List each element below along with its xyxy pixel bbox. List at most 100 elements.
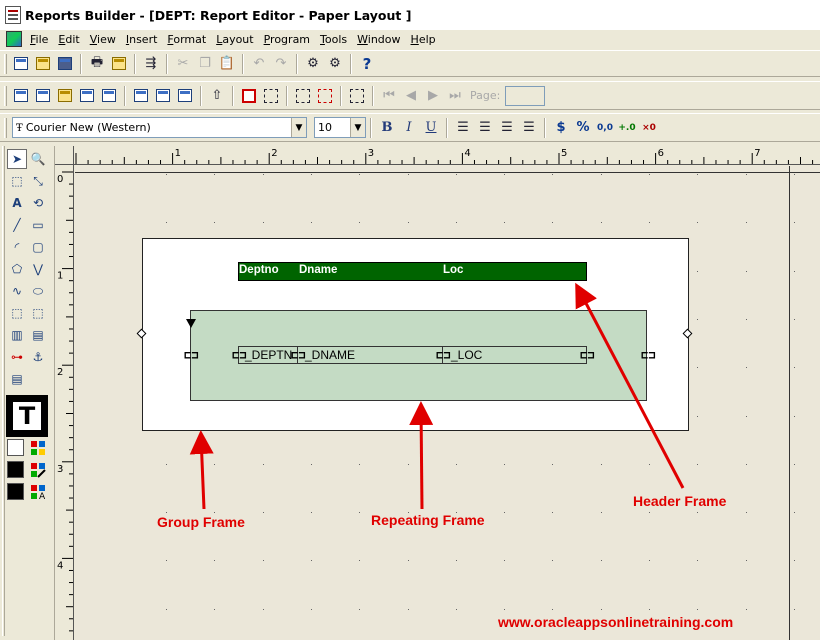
field-tool-button[interactable]: ▤ [28, 325, 48, 345]
toolbar-grip[interactable] [4, 53, 7, 74]
commas-button[interactable]: 0,0 [594, 117, 616, 139]
main-section-button[interactable] [152, 85, 174, 107]
button-tool-button[interactable]: ▤ [7, 369, 27, 389]
justify-button[interactable]: ☰ [518, 117, 540, 139]
page-number-input[interactable] [505, 85, 546, 106]
align-left-button[interactable]: ☰ [452, 117, 474, 139]
remove-decimal-button[interactable]: ×0 [638, 117, 660, 139]
polygon-tool-button[interactable]: ⬠ [7, 259, 27, 279]
font-size-select[interactable]: 10 ▼ [314, 117, 366, 138]
italic-button[interactable]: I [398, 117, 420, 139]
header-frame[interactable]: Deptno Dname Loc [238, 262, 587, 281]
menu-tools[interactable]: Tools [315, 33, 352, 46]
align-center-button[interactable]: ☰ [474, 117, 496, 139]
repeating-frame-tool-button[interactable]: ⬚ [28, 303, 48, 323]
body-button[interactable]: ⇧ [206, 85, 228, 107]
data-wizard-button[interactable]: ⚙ [302, 53, 324, 75]
rounded-rectangle-tool-button[interactable]: ▢ [28, 237, 48, 257]
frame-tool-button[interactable]: ⬚ [7, 303, 27, 323]
percent-button[interactable]: % [572, 117, 594, 139]
trailer-section-button[interactable] [174, 85, 196, 107]
chevron-down-icon[interactable]: ▼ [291, 118, 306, 137]
toolbar-grip[interactable] [4, 85, 7, 106]
menu-file[interactable]: File [25, 33, 53, 46]
menu-view[interactable]: View [85, 33, 121, 46]
fill-color-icon[interactable] [30, 440, 46, 456]
menu-window[interactable]: Window [352, 33, 405, 46]
rotate-tool-button[interactable]: ⟲ [28, 193, 48, 213]
anchor-tool-button[interactable]: ⚓ [28, 347, 48, 367]
cut-button[interactable]: ✂ [172, 53, 194, 75]
freehand-tool-button[interactable]: ∿ [7, 281, 27, 301]
field-dname[interactable]: _DNAME [305, 348, 355, 362]
web-source-button[interactable] [32, 85, 54, 107]
undo-button[interactable]: ↶ [248, 53, 270, 75]
reports-builder-app-icon[interactable] [5, 6, 21, 24]
rectangle-tool-button[interactable]: ▭ [28, 215, 48, 235]
text-color-icon[interactable]: A [30, 484, 46, 502]
parameter-form-button[interactable] [98, 85, 120, 107]
save-button[interactable] [54, 53, 76, 75]
line-color-swatch[interactable] [7, 461, 24, 478]
new-button[interactable] [10, 53, 32, 75]
menu-insert[interactable]: Insert [121, 33, 163, 46]
palette-grip[interactable] [2, 146, 5, 636]
ellipse-tool-button[interactable]: ⬭ [28, 281, 48, 301]
arc-tool-button[interactable]: ◜ [7, 237, 27, 257]
confine-button[interactable] [238, 85, 260, 107]
menu-edit[interactable]: Edit [53, 33, 84, 46]
mail-button[interactable] [108, 53, 130, 75]
paper-layout-button[interactable] [54, 85, 76, 107]
select-children-button[interactable] [314, 85, 336, 107]
next-page-button[interactable]: ▶ [422, 85, 444, 107]
line-tool-button[interactable]: ╱ [7, 215, 27, 235]
last-page-button[interactable]: ⏭ [444, 85, 466, 107]
frame-select-button[interactable] [346, 85, 368, 107]
header-label-loc[interactable]: Loc [443, 264, 463, 276]
header-label-deptno[interactable]: Deptno [239, 264, 279, 276]
toolbar-grip[interactable] [4, 117, 7, 138]
select-tool-button[interactable]: ➤ [7, 149, 27, 169]
magnify-tool-button[interactable]: 🔍 [28, 149, 48, 169]
font-name-select[interactable]: Ŧ Courier New (Western) ▼ [12, 117, 307, 138]
open-button[interactable] [32, 53, 54, 75]
header-label-dname[interactable]: Dname [299, 264, 337, 276]
paste-button[interactable]: 📋 [216, 53, 238, 75]
previous-page-button[interactable]: ◀ [400, 85, 422, 107]
field-deptno[interactable]: _DEPTN [245, 348, 292, 362]
fill-color-swatch[interactable] [7, 439, 24, 456]
link-file-tool-button[interactable]: ⊶ [7, 347, 27, 367]
header-section-button[interactable] [130, 85, 152, 107]
reshape-tool-button[interactable]: ⤡ [28, 171, 48, 191]
report-wizard-button[interactable]: ⚙ [324, 53, 346, 75]
help-button[interactable]: ? [356, 53, 378, 75]
menu-format[interactable]: Format [162, 33, 211, 46]
field-loc[interactable]: _LOC [451, 348, 482, 362]
line-color-icon[interactable] [30, 462, 46, 478]
frame-select-tool-button[interactable]: ⬚ [7, 171, 27, 191]
redo-button[interactable]: ↷ [270, 53, 292, 75]
bold-button[interactable]: B [376, 117, 398, 139]
document-menu-icon[interactable] [6, 31, 22, 47]
polyline-tool-button[interactable]: ⋁ [28, 259, 48, 279]
select-parent-frame-button[interactable] [292, 85, 314, 107]
align-right-button[interactable]: ☰ [496, 117, 518, 139]
chevron-down-icon[interactable]: ▼ [350, 118, 365, 137]
flex-button[interactable] [260, 85, 282, 107]
copy-button[interactable]: ❐ [194, 53, 216, 75]
underline-button[interactable]: U [420, 117, 442, 139]
text-tool-button[interactable]: A [7, 193, 27, 213]
add-decimal-button[interactable]: +.0 [616, 117, 638, 139]
data-model-button[interactable] [10, 85, 32, 107]
grid-dot [455, 560, 457, 562]
chart-tool-button[interactable]: ▥ [7, 325, 27, 345]
menu-help[interactable]: Help [406, 33, 441, 46]
menu-program[interactable]: Program [259, 33, 315, 46]
first-page-button[interactable]: ⏮ [378, 85, 400, 107]
run-button[interactable]: ⇶ [140, 53, 162, 75]
print-button[interactable]: 🖶 [86, 53, 108, 75]
paper-design-button[interactable] [76, 85, 98, 107]
menu-layout[interactable]: Layout [211, 33, 258, 46]
currency-button[interactable]: $ [550, 117, 572, 139]
text-color-swatch[interactable] [7, 483, 24, 500]
